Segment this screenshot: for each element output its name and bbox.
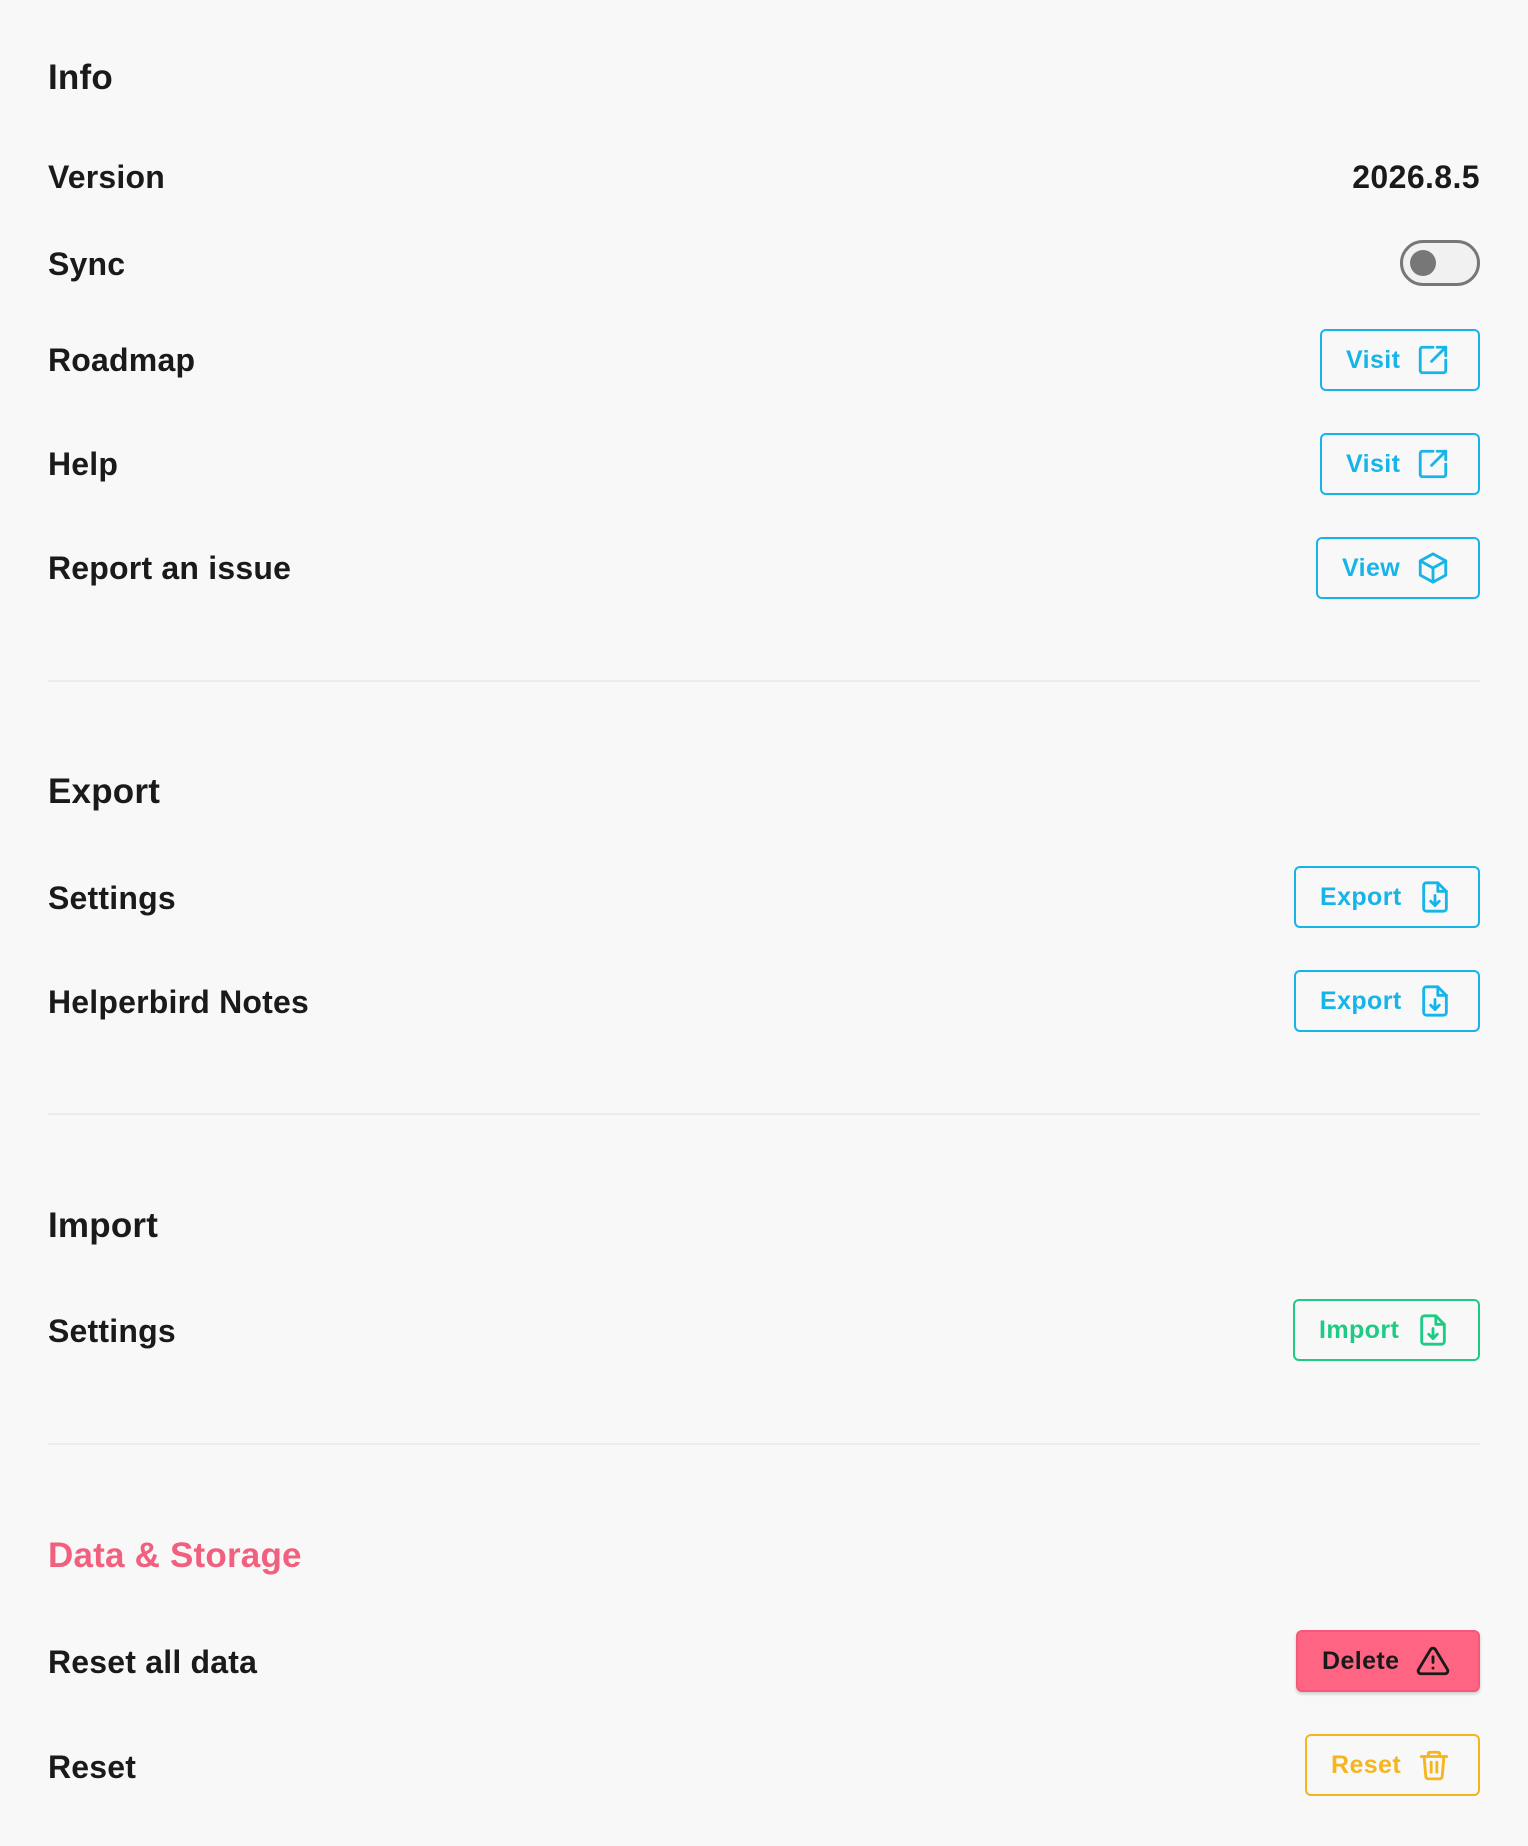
- section-title-export: Export: [48, 772, 161, 811]
- export-notes-button[interactable]: Export: [1294, 970, 1480, 1032]
- export-settings-label: Settings: [48, 880, 176, 916]
- report-view-button-label: View: [1342, 553, 1401, 582]
- import-settings-button-label: Import: [1319, 1315, 1400, 1344]
- report-issue-label: Report an issue: [48, 550, 292, 586]
- export-notes-button-label: Export: [1320, 986, 1402, 1015]
- toggle-knob: [1410, 250, 1436, 276]
- external-link-icon: [1416, 447, 1450, 481]
- export-notes-label: Helperbird Notes: [48, 984, 310, 1020]
- reset-button[interactable]: Reset: [1305, 1734, 1480, 1796]
- reset-all-data-label: Reset all data: [48, 1644, 258, 1680]
- sync-toggle[interactable]: [1400, 240, 1480, 286]
- settings-page: Info Version 2026.8.5 Sync Roadmap Visit…: [0, 0, 1528, 1846]
- export-settings-button[interactable]: Export: [1294, 866, 1480, 928]
- roadmap-visit-button[interactable]: Visit: [1320, 329, 1480, 391]
- divider: [48, 680, 1480, 682]
- help-label: Help: [48, 446, 119, 482]
- file-download-icon: [1418, 880, 1452, 914]
- import-settings-button[interactable]: Import: [1293, 1299, 1480, 1361]
- sync-label: Sync: [48, 246, 126, 282]
- roadmap-label: Roadmap: [48, 342, 196, 378]
- version-value: 2026.8.5: [1352, 159, 1480, 195]
- external-link-icon: [1416, 343, 1450, 377]
- divider: [48, 1443, 1480, 1445]
- reset-label: Reset: [48, 1749, 137, 1785]
- trash-icon: [1417, 1748, 1451, 1782]
- delete-all-data-button[interactable]: Delete: [1296, 1630, 1480, 1692]
- delete-button-label: Delete: [1322, 1646, 1400, 1675]
- file-download-icon: [1418, 984, 1452, 1018]
- report-view-button[interactable]: View: [1316, 537, 1480, 599]
- version-label: Version: [48, 159, 166, 195]
- divider: [48, 1113, 1480, 1115]
- reset-button-label: Reset: [1331, 1750, 1402, 1779]
- roadmap-visit-button-label: Visit: [1346, 345, 1401, 374]
- import-settings-label: Settings: [48, 1313, 176, 1349]
- help-visit-button-label: Visit: [1346, 449, 1401, 478]
- export-settings-button-label: Export: [1320, 882, 1402, 911]
- warning-triangle-icon: [1416, 1644, 1450, 1678]
- section-title-data-storage: Data & Storage: [48, 1536, 302, 1575]
- file-download-icon: [1416, 1313, 1450, 1347]
- help-visit-button[interactable]: Visit: [1320, 433, 1480, 495]
- cube-icon: [1416, 551, 1450, 585]
- section-title-import: Import: [48, 1206, 159, 1245]
- section-title-info: Info: [48, 58, 113, 97]
